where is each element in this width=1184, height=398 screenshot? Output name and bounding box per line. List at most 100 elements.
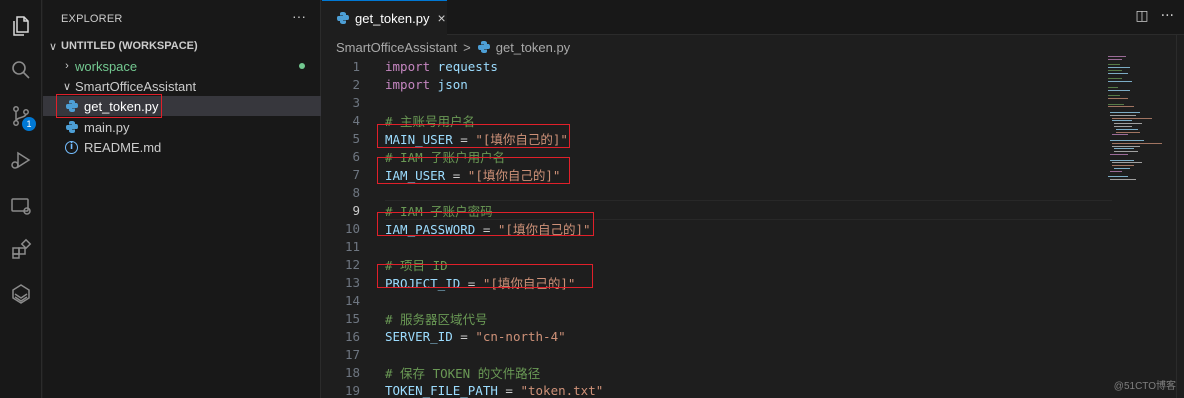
- code-line[interactable]: 16 SERVER_ID = "cn-north-4": [322, 327, 1112, 345]
- breadcrumb-file[interactable]: get_token.py: [496, 40, 570, 55]
- tree-item-workspace[interactable]: › workspace: [43, 56, 321, 76]
- code-line[interactable]: 15 # 服务器区域代号: [322, 309, 1112, 327]
- code-token: =: [497, 382, 521, 398]
- minimap-line: [1108, 86, 1118, 88]
- line-number: 3: [352, 94, 360, 110]
- minimap-line: [1112, 134, 1128, 136]
- remote-explorer-icon[interactable]: [7, 192, 35, 220]
- line-number: 5: [352, 130, 360, 146]
- workspace-header[interactable]: ∨ UNTITLED (WORKSPACE): [43, 36, 321, 56]
- code-line[interactable]: 18 # 保存 TOKEN 的文件路径: [322, 363, 1112, 381]
- tree-item-label: main.py: [84, 119, 130, 135]
- code-line[interactable]: 8: [322, 183, 1112, 201]
- huawei-cloud-icon[interactable]: [7, 280, 35, 308]
- search-icon[interactable]: [7, 56, 35, 84]
- python-file-icon: [65, 120, 79, 134]
- code-line[interactable]: 17: [322, 345, 1112, 363]
- chevron-down-icon: ∨: [48, 40, 58, 53]
- minimap-line: [1112, 117, 1152, 119]
- explorer-title: EXPLORER: [61, 13, 123, 25]
- line-number: 14: [344, 292, 360, 308]
- code-token: import: [385, 58, 431, 74]
- vertical-scrollbar[interactable]: [1176, 35, 1184, 398]
- code-token: requests: [430, 58, 498, 74]
- info-icon: i: [65, 140, 78, 154]
- code-text: # 服务器区域代号: [385, 309, 488, 328]
- line-number: 16: [344, 328, 360, 344]
- minimap-line: [1114, 168, 1130, 169]
- code-line[interactable]: 19 TOKEN_FILE_PATH = "token.txt": [322, 381, 1112, 398]
- close-icon[interactable]: ×: [437, 10, 445, 26]
- workspace-title: UNTITLED (WORKSPACE): [61, 40, 198, 52]
- minimap-line: [1112, 165, 1134, 167]
- tab-get-token[interactable]: get_token.py ×: [322, 0, 447, 35]
- split-editor-icon[interactable]: ◫: [1135, 8, 1148, 24]
- minimap-line: [1108, 72, 1128, 74]
- minimap-line: [1108, 81, 1132, 83]
- tree-item-smartofficeassistant[interactable]: ∨ SmartOfficeAssistant: [43, 76, 321, 96]
- tree-item-main[interactable]: main.py: [43, 117, 321, 137]
- code-token: SERVER_ID: [385, 328, 453, 344]
- chevron-down-icon: ∨: [62, 80, 72, 93]
- code-token: # 服务器区域代号: [385, 311, 488, 327]
- code-text: # 保存 TOKEN 的文件路径: [385, 363, 540, 382]
- minimap-line: [1116, 128, 1138, 130]
- line-number: 12: [344, 256, 360, 272]
- line-number: 9: [352, 202, 360, 218]
- minimap-line: [1110, 140, 1144, 141]
- chevron-right-icon: ›: [65, 60, 69, 72]
- run-debug-icon[interactable]: [7, 146, 35, 174]
- minimap-line: [1108, 176, 1128, 178]
- minimap-line: [1114, 126, 1132, 127]
- minimap-line: [1112, 142, 1162, 144]
- minimap-line: [1110, 159, 1134, 161]
- minimap-line: [1108, 78, 1122, 80]
- python-file-icon: [336, 11, 350, 25]
- code-token: json: [430, 76, 468, 92]
- python-file-icon: [477, 40, 491, 54]
- line-number: 18: [344, 364, 360, 380]
- line-number: 19: [344, 382, 360, 398]
- code-text: import json: [385, 77, 468, 92]
- minimap-line: [1110, 170, 1122, 172]
- source-control-badge: 1: [22, 117, 36, 131]
- minimap-line: [1108, 58, 1122, 60]
- explorer-icon[interactable]: [7, 12, 35, 40]
- more-actions-icon[interactable]: ···: [292, 8, 306, 24]
- code-token: "cn-north-4": [475, 328, 566, 344]
- minimap-line: [1114, 151, 1138, 153]
- minimap-line: [1108, 67, 1130, 69]
- line-number: 1: [352, 58, 360, 74]
- line-number: 17: [344, 346, 360, 362]
- watermark: @51CTO博客: [1113, 381, 1176, 392]
- explorer-sidebar: EXPLORER ··· ∨ UNTITLED (WORKSPACE) › wo…: [43, 0, 321, 398]
- highlight-box: [56, 94, 162, 118]
- more-actions-icon[interactable]: ···: [1161, 8, 1174, 24]
- code-text: import requests: [385, 59, 498, 74]
- tree-item-readme[interactable]: i README.md: [43, 137, 321, 157]
- code-line[interactable]: 1 import requests: [322, 57, 1112, 75]
- highlight-box: [377, 212, 594, 236]
- minimap-line: [1108, 103, 1124, 105]
- git-status-dot: [299, 63, 305, 69]
- code-line[interactable]: 3: [322, 93, 1112, 111]
- code-token: "token.txt": [520, 382, 604, 398]
- line-number: 8: [352, 184, 360, 200]
- code-line[interactable]: 14: [322, 291, 1112, 309]
- minimap-line: [1116, 131, 1140, 133]
- minimap-line: [1112, 120, 1132, 122]
- minimap-line: [1110, 112, 1140, 113]
- code-line[interactable]: 11: [322, 237, 1112, 255]
- breadcrumb-folder[interactable]: SmartOfficeAssistant: [336, 40, 457, 55]
- code-text: SERVER_ID = "cn-north-4": [385, 329, 566, 344]
- minimap-line: [1112, 145, 1140, 147]
- extensions-icon[interactable]: [7, 236, 35, 264]
- highlight-box: [377, 124, 570, 148]
- minimap[interactable]: [1108, 56, 1168, 186]
- minimap-line: [1108, 98, 1128, 99]
- line-number: 7: [352, 166, 360, 182]
- tab-label: get_token.py: [355, 10, 430, 26]
- minimap-line: [1110, 179, 1136, 181]
- minimap-line: [1108, 64, 1120, 66]
- code-line[interactable]: 2 import json: [322, 75, 1112, 93]
